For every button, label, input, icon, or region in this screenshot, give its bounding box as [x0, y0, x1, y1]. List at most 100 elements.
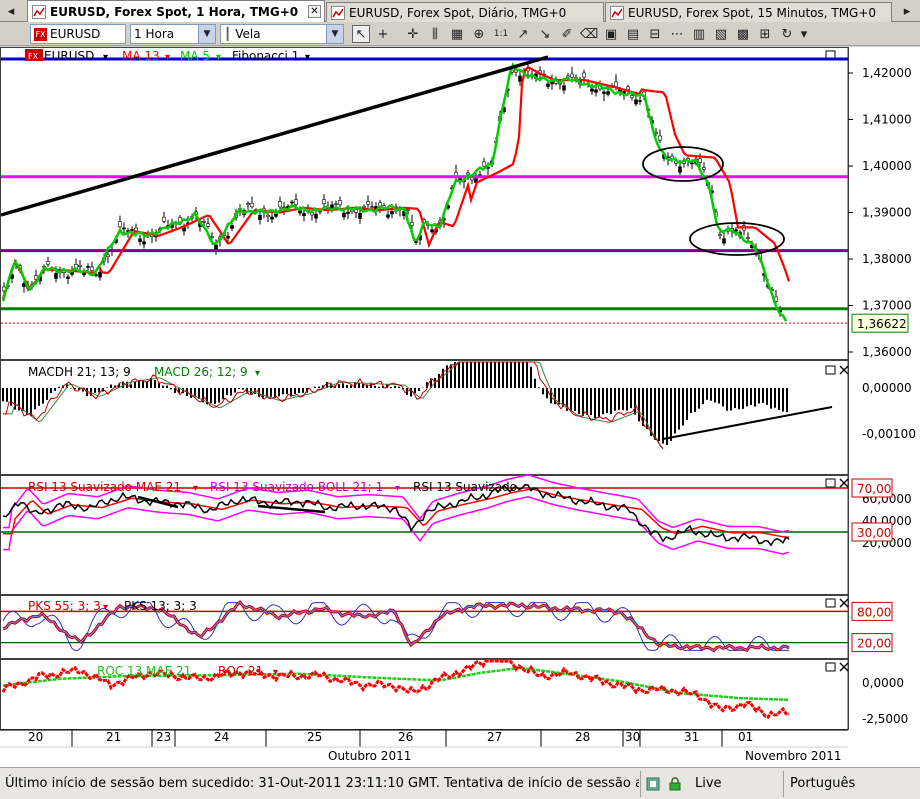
candle: [138, 238, 142, 242]
time-axis-month: Outubro 2011: [328, 749, 411, 763]
chart-area[interactable]: FX EURUSD MA 13 MA 5 Fibonacci 1 ▾ ▾ ▾ ▾ 1,42000 1…: [0, 47, 920, 767]
candle: [570, 73, 574, 78]
tab-eurusd-daily[interactable]: EURUSD, Forex Spot, Diário, TMG+0: [326, 2, 604, 22]
forex-icon: FX: [28, 52, 39, 61]
candle: [430, 229, 434, 233]
tool-button-icon[interactable]: ⊞: [756, 25, 774, 43]
chevron-down-icon[interactable]: ▼: [198, 25, 215, 43]
maximize-icon: [825, 365, 836, 375]
time-axis-label: 26: [398, 730, 413, 744]
tool-button-icon[interactable]: ⊟: [646, 25, 664, 43]
chart-canvas[interactable]: FX EURUSD MA 13 MA 5 Fibonacci 1 ▾ ▾ ▾ ▾ 1,42000 1…: [0, 47, 920, 767]
pks-level-label: 20,00: [857, 637, 891, 651]
price-axis-label: 1,42000: [862, 66, 912, 80]
price-axis-label: 1,36000: [862, 345, 912, 359]
tool-button-icon[interactable]: +: [374, 25, 392, 43]
candle: [370, 206, 374, 208]
tool-button-icon[interactable]: ▣: [602, 25, 620, 43]
symbol-select[interactable]: FX EURUSD: [30, 24, 126, 44]
roc-axis-label: -2,5000: [862, 712, 908, 726]
chart-icon: [32, 4, 46, 19]
candle: [630, 95, 634, 98]
language-selector[interactable]: Português: [790, 768, 915, 799]
candle: [406, 209, 410, 211]
tool-button-icon[interactable]: ↘: [536, 25, 554, 43]
chevron-down-icon[interactable]: ▼: [326, 25, 343, 43]
candle: [546, 83, 550, 87]
time-axis-label: 31: [684, 730, 699, 744]
status-bar: Último início de sessão bem sucedido: 31…: [0, 767, 920, 799]
candle: [638, 100, 642, 102]
candle: [314, 213, 318, 219]
tab-eurusd-15m[interactable]: EURUSD, Forex Spot, 15 Minutos, TMG+0: [605, 2, 892, 22]
time-axis-label: 23: [156, 730, 171, 744]
pks-label1: PKS 55; 3; 3: [28, 599, 101, 613]
tool-button-icon[interactable]: ▧: [712, 25, 730, 43]
legend-ma5: MA 5: [180, 49, 210, 63]
candle: [322, 199, 326, 205]
candle: [210, 236, 214, 238]
more-tools-icon[interactable]: ▾: [795, 25, 813, 43]
candle: [690, 162, 694, 165]
candle: [118, 221, 122, 228]
roc-label2: ROC 21: [218, 664, 263, 678]
candle: [270, 216, 274, 220]
chart-icon: [331, 5, 345, 20]
candle: [106, 254, 110, 258]
chart-tab-bar: EURUSD, Forex Spot, 1 Hora, TMG+0 ✕ EURU…: [0, 0, 920, 22]
tab-scroll-left-icon[interactable]: ◂: [2, 2, 20, 20]
legend-dropdown-icon: ▾: [103, 602, 108, 613]
candle: [266, 214, 270, 218]
candle: [410, 222, 414, 226]
time-axis-month: Novembro 2011: [745, 749, 841, 763]
candle: [294, 199, 298, 206]
trading-window: EURUSD, Forex Spot, 1 Hora, TMG+0 ✕ EURU…: [0, 0, 920, 799]
candle: [342, 212, 346, 218]
tool-button-icon[interactable]: ↖: [352, 25, 370, 43]
legend-dropdown-icon: ▾: [255, 368, 260, 379]
candle: [362, 206, 366, 208]
price-axis-label: 1,41000: [862, 113, 912, 127]
candle: [182, 227, 186, 232]
legend-symbol: EURUSD: [44, 49, 94, 63]
legend-dropdown-icon: ▾: [273, 667, 278, 678]
candle: [698, 158, 702, 163]
tool-button-icon[interactable]: ⫼: [426, 25, 444, 43]
tab-eurusd-1h[interactable]: EURUSD, Forex Spot, 1 Hora, TMG+0 ✕: [27, 0, 325, 22]
macd-axis-label: -0,00100: [862, 427, 916, 441]
candle: [250, 202, 254, 208]
lock-icon: [668, 768, 684, 799]
tab-scroll-right-icon[interactable]: ▸: [898, 2, 916, 20]
chart-style-select[interactable]: ┃ Vela ▼: [220, 24, 344, 44]
legend-dropdown-icon: ▾: [103, 52, 108, 63]
candle: [226, 235, 230, 239]
candle: [98, 272, 102, 278]
tool-button-icon[interactable]: ▩: [734, 25, 752, 43]
tool-button-icon[interactable]: ⌫: [580, 25, 598, 43]
tool-button-icon[interactable]: ⋯: [668, 25, 686, 43]
tool-button-icon[interactable]: ↻: [778, 25, 796, 43]
candle: [206, 223, 210, 227]
time-axis-label: 01: [738, 730, 753, 744]
close-icon[interactable]: ✕: [308, 5, 321, 18]
tool-button-icon[interactable]: ✐: [558, 25, 576, 43]
tool-button-icon[interactable]: 1:1: [492, 25, 510, 43]
period-select[interactable]: 1 Hora ▼: [130, 24, 216, 44]
candle: [590, 88, 594, 92]
tool-button-icon[interactable]: ▤: [624, 25, 642, 43]
tool-button-icon[interactable]: ▥: [690, 25, 708, 43]
tool-button-icon[interactable]: ⊕: [470, 25, 488, 43]
rsi-level-label: 70,00: [857, 482, 891, 496]
tab-label: EURUSD, Forex Spot, 1 Hora, TMG+0: [50, 4, 299, 19]
candle: [734, 229, 738, 232]
tool-button-icon[interactable]: ✛: [404, 25, 422, 43]
tab-label: EURUSD, Forex Spot, Diário, TMG+0: [349, 5, 567, 20]
tool-button-icon[interactable]: ▦: [448, 25, 466, 43]
tool-button-icon[interactable]: ↗: [514, 25, 532, 43]
status-message: Último início de sessão bem sucedido: 31…: [5, 776, 639, 791]
time-axis-label: 24: [214, 730, 229, 744]
candle: [54, 272, 58, 279]
roc-label1: ROC 13 MAE 21: [97, 664, 191, 678]
candle: [86, 266, 90, 268]
candle: [230, 225, 234, 229]
